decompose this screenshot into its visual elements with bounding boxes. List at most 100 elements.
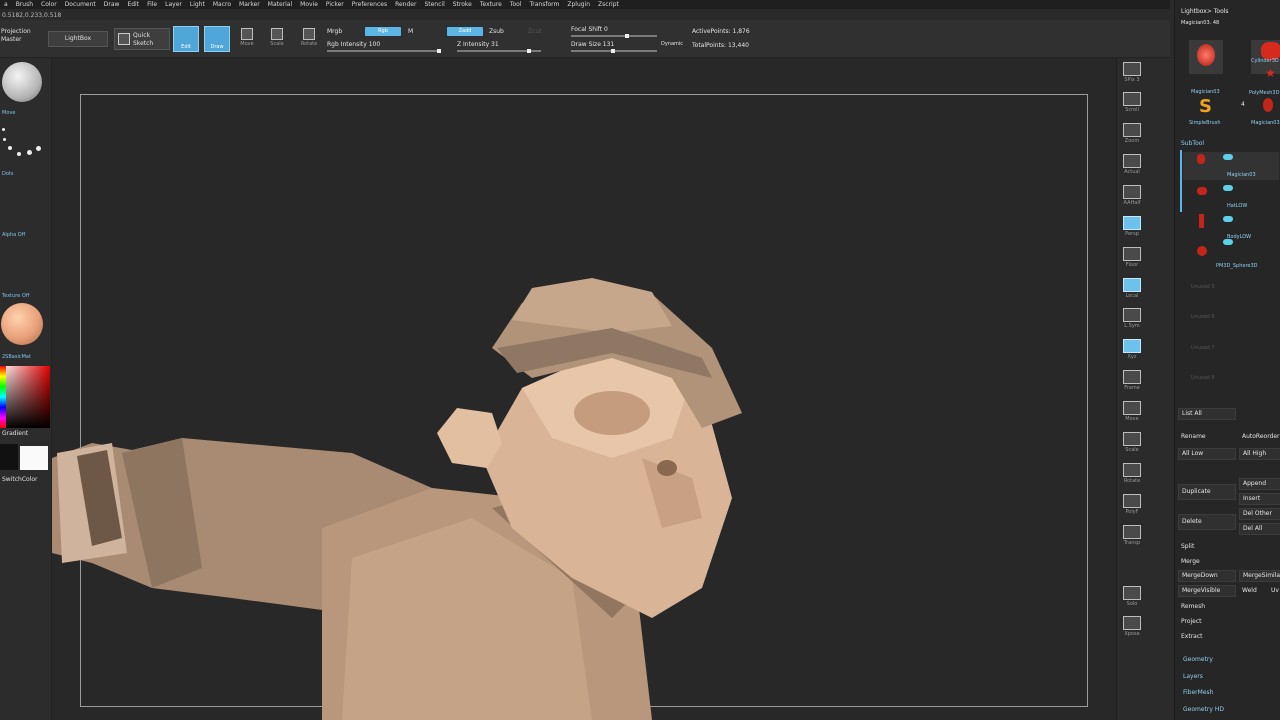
- insert-button[interactable]: Insert: [1239, 493, 1280, 505]
- fibermesh-section[interactable]: FiberMesh: [1183, 689, 1213, 696]
- menu-item-material[interactable]: Material: [264, 0, 296, 9]
- duplicate-button[interactable]: Duplicate: [1178, 484, 1236, 500]
- solo-button[interactable]: Solo: [1119, 584, 1145, 610]
- projection-master-button[interactable]: Projection Master: [0, 28, 46, 50]
- brush-thumbnail[interactable]: [2, 62, 42, 102]
- split-button[interactable]: Split: [1181, 543, 1194, 550]
- subtool-scrollbar[interactable]: [1180, 150, 1182, 212]
- rgb-intensity-knob[interactable]: [437, 49, 441, 53]
- z-intensity-knob[interactable]: [527, 49, 531, 53]
- auto-reorder-button[interactable]: AutoReorder: [1239, 432, 1280, 444]
- weld-toggle[interactable]: Weld: [1242, 587, 1257, 594]
- visibility-toggle[interactable]: [1223, 216, 1233, 222]
- stroke-thumbnail[interactable]: [0, 124, 44, 164]
- menu-item-stroke[interactable]: Stroke: [449, 0, 476, 9]
- draw-mode-button[interactable]: Draw: [204, 26, 230, 52]
- move-button[interactable]: Move: [1119, 399, 1145, 425]
- menu-item-layer[interactable]: Layer: [161, 0, 186, 9]
- merge-button[interactable]: Merge: [1181, 558, 1200, 565]
- texture-thumbnail[interactable]: [2, 248, 42, 288]
- menu-item-picker[interactable]: Picker: [322, 0, 348, 9]
- material-thumbnail[interactable]: [1, 303, 43, 345]
- subtool-item[interactable]: Magician03: [1183, 152, 1279, 180]
- l-sym-button[interactable]: L.Sym: [1119, 306, 1145, 332]
- rgb-toggle[interactable]: Rgb: [365, 27, 401, 36]
- remesh-button[interactable]: Remesh: [1181, 603, 1205, 610]
- del-other-button[interactable]: Del Other: [1239, 508, 1280, 520]
- draw-size-knob[interactable]: [611, 49, 615, 53]
- delete-button[interactable]: Delete: [1178, 514, 1236, 530]
- switch-color-button[interactable]: SwitchColor: [0, 476, 52, 483]
- move-mode-button[interactable]: Move: [236, 28, 258, 50]
- rgb-intensity-slider[interactable]: Rgb Intensity 100: [327, 40, 445, 53]
- menu-item-color[interactable]: Color: [37, 0, 61, 9]
- tool-thumb-magician-alt[interactable]: Magician03: [1251, 96, 1280, 130]
- scale-button[interactable]: Scale: [1119, 430, 1145, 456]
- transp-button[interactable]: Transp: [1119, 523, 1145, 549]
- lightbox-button[interactable]: LightBox: [48, 31, 108, 47]
- menu-item-preferences[interactable]: Preferences: [348, 0, 391, 9]
- menu-item-brush[interactable]: Brush: [12, 0, 37, 9]
- all-low-button[interactable]: All Low: [1178, 448, 1236, 460]
- rename-button[interactable]: Rename: [1178, 432, 1236, 444]
- rotate-mode-button[interactable]: Rotate: [298, 28, 320, 50]
- menu-item-zplugin[interactable]: Zplugin: [563, 0, 594, 9]
- subtool-item[interactable]: PM3D_Sphere3D: [1183, 239, 1279, 273]
- actual-button[interactable]: Actual: [1119, 152, 1145, 178]
- main-color-swatch[interactable]: [0, 444, 18, 470]
- merge-visible-button[interactable]: MergeVisible: [1178, 585, 1236, 597]
- menu-item-macro[interactable]: Macro: [209, 0, 235, 9]
- focal-shift-knob[interactable]: [625, 34, 629, 38]
- xyz-button[interactable]: Xyz: [1119, 337, 1145, 363]
- persp-button[interactable]: Persp: [1119, 214, 1145, 240]
- alpha-thumbnail[interactable]: [2, 188, 42, 228]
- z-intensity-slider[interactable]: Z Intensity 31: [457, 40, 545, 53]
- menu-item-draw[interactable]: Draw: [100, 0, 124, 9]
- merge-similar-button[interactable]: MergeSimilar: [1239, 570, 1280, 582]
- draw-size-slider[interactable]: Draw Size 131: [571, 40, 661, 53]
- floor-button[interactable]: Floor: [1119, 245, 1145, 271]
- list-all-button[interactable]: List All: [1178, 408, 1236, 420]
- mrgb-toggle[interactable]: Mrgb: [327, 28, 342, 35]
- uv-toggle[interactable]: Uv: [1271, 587, 1279, 594]
- lightbox-tools-title[interactable]: Lightbox> Tools: [1181, 8, 1229, 15]
- menu-item-transform[interactable]: Transform: [526, 0, 564, 9]
- subtool-item[interactable]: BodyLOW: [1183, 214, 1279, 242]
- zoom-button[interactable]: Zoom: [1119, 121, 1145, 147]
- edit-mode-button[interactable]: Edit: [173, 26, 199, 52]
- scale-mode-button[interactable]: Scale: [266, 28, 288, 50]
- quick-sketch-button[interactable]: Quick Sketch: [114, 28, 170, 50]
- zsub-toggle[interactable]: Zsub: [489, 28, 504, 35]
- subtool-title[interactable]: SubTool: [1181, 140, 1204, 147]
- sculpt-model[interactable]: [52, 58, 1116, 720]
- dynamic-toggle[interactable]: Dynamic: [661, 41, 683, 47]
- visibility-toggle[interactable]: [1223, 239, 1233, 245]
- menu-item-edit[interactable]: Edit: [123, 0, 143, 9]
- append-button[interactable]: Append: [1239, 478, 1280, 490]
- menu-item-a[interactable]: a: [0, 0, 12, 9]
- tool-thumb-simplebrush[interactable]: S SimpleBrush: [1189, 96, 1223, 130]
- menu-item-light[interactable]: Light: [186, 0, 209, 9]
- menu-item-stencil[interactable]: Stencil: [420, 0, 448, 9]
- menu-item-movie[interactable]: Movie: [296, 0, 322, 9]
- menu-item-document[interactable]: Document: [61, 0, 100, 9]
- layers-section[interactable]: Layers: [1183, 673, 1203, 680]
- local-button[interactable]: Local: [1119, 276, 1145, 302]
- visibility-toggle[interactable]: [1223, 154, 1233, 160]
- document-viewport[interactable]: [52, 58, 1116, 720]
- tool-thumb-magician[interactable]: Magician03: [1189, 40, 1223, 95]
- m-toggle[interactable]: M: [408, 28, 413, 35]
- aahalf-button[interactable]: AAHalf: [1119, 183, 1145, 209]
- spix-3-button[interactable]: SPix 3: [1119, 60, 1145, 86]
- hue-strip[interactable]: [0, 366, 6, 428]
- scroll-button[interactable]: Scroll: [1119, 90, 1145, 116]
- visibility-toggle[interactable]: [1223, 185, 1233, 191]
- project-button[interactable]: Project: [1181, 618, 1202, 625]
- menu-item-marker[interactable]: Marker: [235, 0, 264, 9]
- geometry-hd-section[interactable]: Geometry HD: [1183, 706, 1224, 713]
- menu-item-texture[interactable]: Texture: [476, 0, 506, 9]
- focal-shift-slider[interactable]: Focal Shift 0: [571, 25, 661, 38]
- all-high-button[interactable]: All High: [1239, 448, 1280, 460]
- geometry-section[interactable]: Geometry: [1183, 656, 1213, 663]
- frame-button[interactable]: Frame: [1119, 368, 1145, 394]
